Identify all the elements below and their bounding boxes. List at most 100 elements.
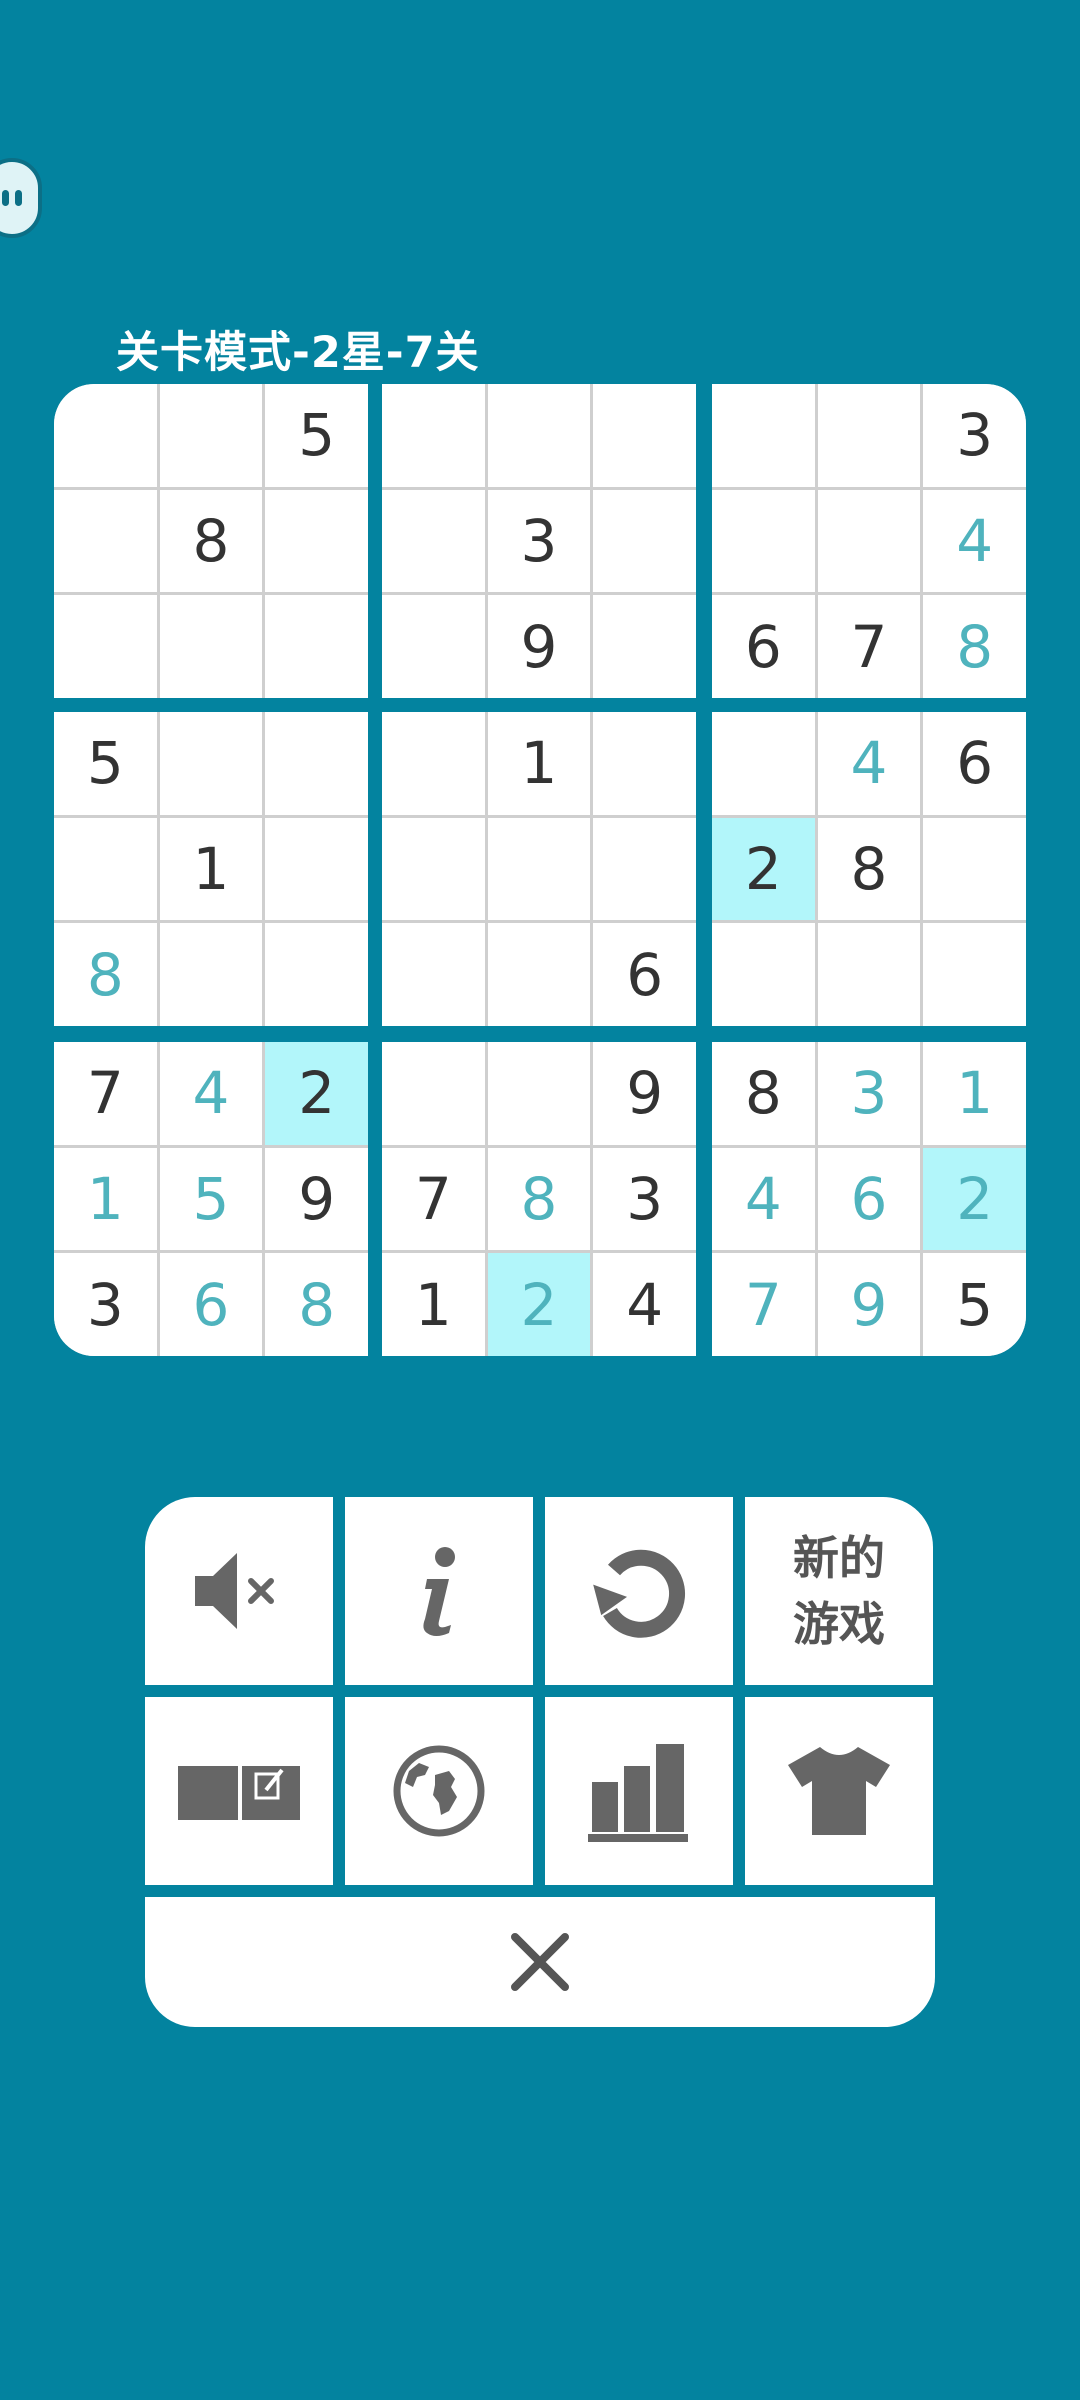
sudoku-cell[interactable]: 1 [159, 817, 263, 921]
sudoku-cell[interactable]: 4 [593, 1253, 696, 1356]
sudoku-cell[interactable]: 9 [487, 595, 591, 698]
restart-button[interactable] [545, 1497, 733, 1685]
sudoku-cell[interactable] [487, 384, 591, 487]
sudoku-cell[interactable] [712, 712, 815, 815]
sudoku-cell[interactable] [159, 595, 263, 698]
sudoku-cell[interactable]: 6 [817, 1147, 921, 1251]
sudoku-cell[interactable] [265, 489, 368, 593]
sudoku-cell[interactable]: 8 [54, 923, 157, 1026]
sudoku-cell[interactable]: 3 [54, 1253, 157, 1356]
bubble-eye-left [2, 190, 9, 206]
sudoku-cell[interactable]: 8 [487, 1147, 591, 1251]
sudoku-cell[interactable] [593, 489, 696, 593]
sudoku-cell[interactable]: 3 [487, 489, 591, 593]
sudoku-box-7: 742 159 368 [54, 1042, 368, 1356]
sudoku-cell[interactable] [265, 923, 368, 1026]
sudoku-cell[interactable] [382, 384, 485, 487]
mute-button[interactable] [145, 1497, 333, 1685]
sudoku-cell[interactable]: 8 [712, 1042, 815, 1145]
sudoku-box-2: 39 [382, 384, 696, 698]
sudoku-cell[interactable]: 1 [54, 1147, 157, 1251]
sudoku-cell[interactable]: 2 [487, 1253, 591, 1356]
sudoku-cell[interactable]: 9 [265, 1147, 368, 1251]
stats-button[interactable] [545, 1697, 733, 1885]
sudoku-box-6: 46 28 [712, 712, 1026, 1026]
sudoku-cell[interactable]: 7 [817, 595, 921, 698]
sudoku-cell[interactable] [54, 489, 157, 593]
sudoku-cell[interactable] [54, 595, 157, 698]
sudoku-cell[interactable] [382, 923, 485, 1026]
sudoku-cell[interactable]: 5 [159, 1147, 263, 1251]
menu-row-2 [145, 1697, 935, 1885]
sudoku-cell[interactable]: 1 [923, 1042, 1026, 1145]
sudoku-cell[interactable]: 4 [817, 712, 921, 815]
sudoku-cell[interactable] [817, 923, 921, 1026]
sudoku-cell[interactable]: 6 [159, 1253, 263, 1356]
sudoku-cell[interactable] [712, 384, 815, 487]
sudoku-cell[interactable] [382, 489, 485, 593]
language-button[interactable] [345, 1697, 533, 1885]
sudoku-cell[interactable]: 6 [712, 595, 815, 698]
sudoku-cell[interactable]: 8 [159, 489, 263, 593]
sudoku-cell[interactable] [265, 595, 368, 698]
sudoku-cell[interactable]: 4 [159, 1042, 263, 1145]
sudoku-cell[interactable] [712, 489, 815, 593]
sudoku-cell[interactable] [593, 712, 696, 815]
sudoku-cell[interactable]: 5 [923, 1253, 1026, 1356]
sudoku-cell[interactable] [593, 384, 696, 487]
sudoku-cell[interactable]: 5 [265, 384, 368, 487]
sudoku-cell[interactable]: 7 [54, 1042, 157, 1145]
sudoku-cell[interactable] [54, 817, 157, 921]
sudoku-cell[interactable]: 6 [593, 923, 696, 1026]
sudoku-cell[interactable]: 8 [817, 817, 921, 921]
sudoku-cell[interactable] [382, 595, 485, 698]
sudoku-cell[interactable]: 8 [923, 595, 1026, 698]
close-menu-button[interactable] [145, 1897, 935, 2027]
info-button[interactable] [345, 1497, 533, 1685]
sudoku-cell[interactable] [54, 384, 157, 487]
game-menu: 新的游戏 [145, 1497, 935, 2027]
sudoku-cell[interactable]: 9 [817, 1253, 921, 1356]
sudoku-cell[interactable]: 2 [265, 1042, 368, 1145]
sudoku-cell[interactable]: 7 [712, 1253, 815, 1356]
sudoku-cell[interactable] [593, 595, 696, 698]
sudoku-cell[interactable] [817, 489, 921, 593]
sudoku-cell[interactable]: 4 [712, 1147, 815, 1251]
sudoku-cell[interactable]: 1 [382, 1253, 485, 1356]
sudoku-cell[interactable] [487, 923, 591, 1026]
sudoku-cell[interactable]: 3 [923, 384, 1026, 487]
sudoku-cell[interactable]: 9 [593, 1042, 696, 1145]
sudoku-cell[interactable]: 8 [265, 1253, 368, 1356]
bar-chart-icon [588, 1744, 688, 1842]
sudoku-cell[interactable] [593, 817, 696, 921]
sudoku-cell[interactable]: 6 [923, 712, 1026, 815]
sudoku-cell[interactable] [817, 384, 921, 487]
assistant-bubble[interactable] [0, 158, 42, 238]
sudoku-cell[interactable] [923, 817, 1026, 921]
sudoku-cell[interactable]: 3 [593, 1147, 696, 1251]
notes-button[interactable] [145, 1697, 333, 1885]
sudoku-cell[interactable] [382, 1042, 485, 1145]
sudoku-cell[interactable] [487, 817, 591, 921]
sudoku-cell[interactable] [265, 817, 368, 921]
theme-button[interactable] [745, 1697, 933, 1885]
sudoku-cell[interactable] [487, 1042, 591, 1145]
sudoku-cell[interactable] [382, 817, 485, 921]
sudoku-cell[interactable]: 5 [54, 712, 157, 815]
sudoku-cell[interactable] [265, 712, 368, 815]
sudoku-cell[interactable] [159, 923, 263, 1026]
sudoku-cell[interactable] [159, 384, 263, 487]
sudoku-cell[interactable]: 1 [487, 712, 591, 815]
sudoku-box-4: 518 [54, 712, 368, 1026]
sudoku-cell[interactable]: 2 [923, 1147, 1026, 1251]
sudoku-cell[interactable]: 2 [712, 817, 815, 921]
new-game-button[interactable]: 新的游戏 [745, 1497, 933, 1685]
sudoku-cell[interactable] [159, 712, 263, 815]
sudoku-cell[interactable] [712, 923, 815, 1026]
sudoku-box-8: 9 783 124 [382, 1042, 696, 1356]
sudoku-cell[interactable]: 4 [923, 489, 1026, 593]
sudoku-cell[interactable] [923, 923, 1026, 1026]
sudoku-cell[interactable]: 7 [382, 1147, 485, 1251]
sudoku-cell[interactable] [382, 712, 485, 815]
sudoku-cell[interactable]: 3 [817, 1042, 921, 1145]
